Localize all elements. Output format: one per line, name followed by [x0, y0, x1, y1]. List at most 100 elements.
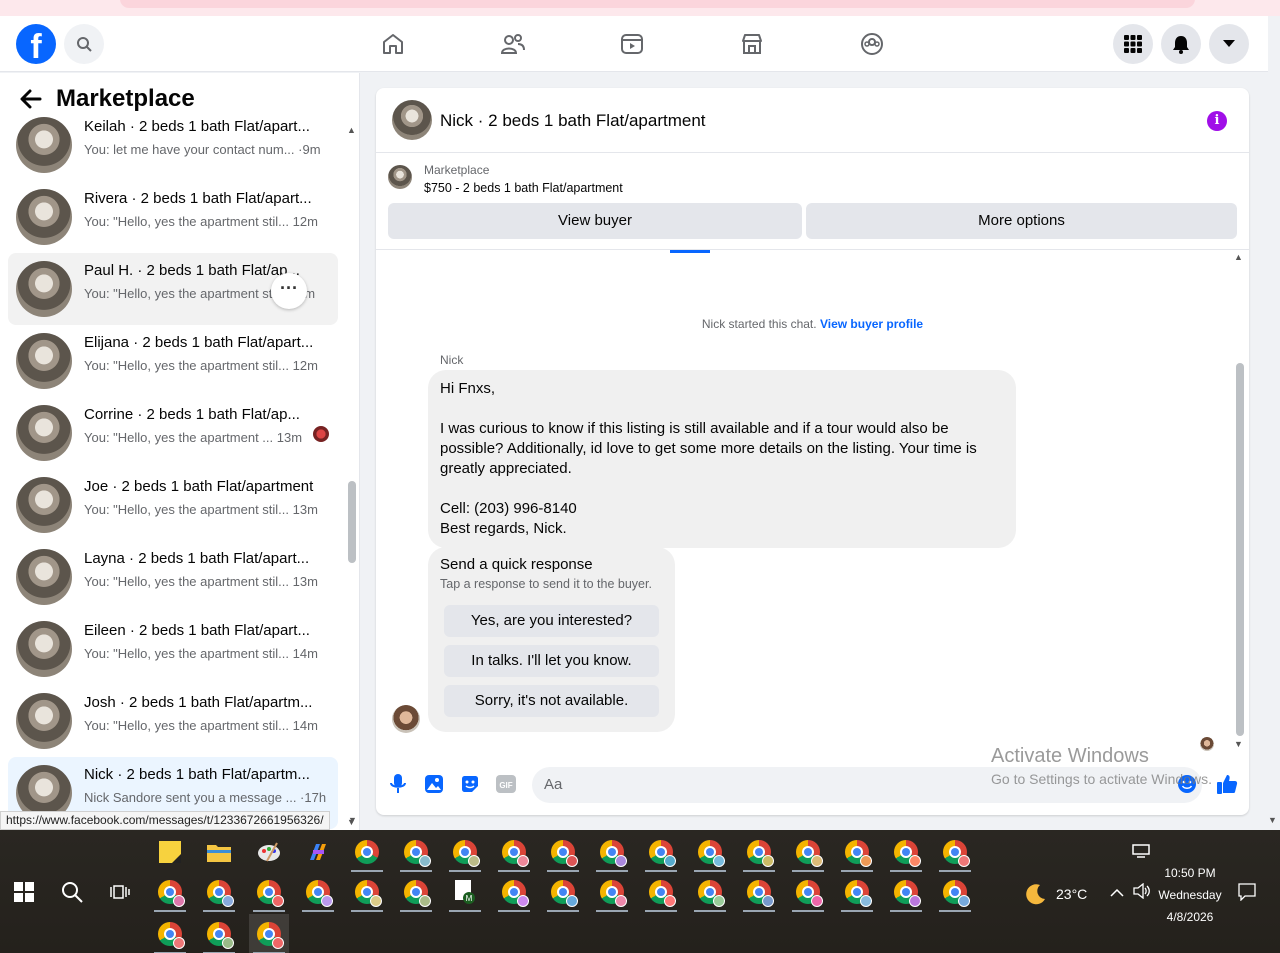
chrome-profile-icon[interactable]	[396, 832, 436, 872]
more-options-button[interactable]: More options	[806, 203, 1237, 239]
chrome-profile-icon[interactable]	[199, 914, 239, 953]
info-icon[interactable]: i	[1207, 111, 1227, 131]
chrome-profile-icon[interactable]	[543, 872, 583, 912]
chrome-profile-icon[interactable]	[298, 872, 338, 912]
chrome-profile-icon[interactable]	[150, 914, 190, 953]
scroll-down-arrow[interactable]: ▼	[348, 815, 357, 825]
chrome-profile-icon[interactable]	[543, 832, 583, 872]
notification-center-icon[interactable]	[1238, 883, 1256, 906]
chrome-profile-icon[interactable]	[641, 872, 681, 912]
conversation-item[interactable]: Elijana · 2 beds 1 bath Flat/apart... Yo…	[8, 325, 338, 397]
task-view-icon[interactable]	[110, 882, 130, 907]
chrome-profile-icon[interactable]	[690, 832, 730, 872]
listing-thumbnail	[16, 117, 72, 173]
address-bar[interactable]	[120, 0, 1195, 8]
conversation-preview: You: "Hello, yes the apartment stil... 1…	[84, 214, 318, 229]
weather-widget[interactable]: 23°C	[1024, 882, 1087, 906]
sidebar-scrollbar[interactable]	[348, 481, 356, 563]
chrome-profile-icon[interactable]	[935, 872, 975, 912]
view-buyer-button[interactable]: View buyer	[388, 203, 802, 239]
chrome-profile-icon[interactable]	[347, 872, 387, 912]
facebook-logo[interactable]: f	[16, 24, 56, 64]
conversation-item[interactable]: Rivera · 2 beds 1 bath Flat/apart... You…	[8, 181, 338, 253]
windows-start-icon[interactable]	[14, 882, 34, 902]
more-options-icon[interactable]: ···	[271, 273, 307, 309]
image-icon[interactable]	[423, 773, 445, 795]
marketplace-icon[interactable]	[732, 24, 772, 64]
chat-scrollbar[interactable]	[1236, 363, 1244, 736]
listing-thumbnail	[16, 405, 72, 461]
file-explorer-icon[interactable]	[199, 832, 239, 872]
chrome-profile-icon[interactable]	[739, 872, 779, 912]
quick-response-button[interactable]: In talks. I'll let you know.	[444, 645, 659, 677]
conversation-item[interactable]: Joe · 2 beds 1 bath Flat/apartment You: …	[8, 469, 338, 541]
chevron-down-icon[interactable]	[1209, 24, 1249, 64]
chrome-profile-icon[interactable]	[837, 832, 877, 872]
copilot-icon[interactable]	[298, 832, 338, 872]
chrome-profile-icon-active[interactable]	[249, 914, 289, 953]
chrome-profile-icon[interactable]	[150, 872, 190, 912]
chrome-profile-icon[interactable]	[199, 872, 239, 912]
system-clock[interactable]: 10:50 PM Wednesday 4/8/2026	[1150, 862, 1230, 928]
chrome-profile-icon[interactable]	[837, 872, 877, 912]
microphone-icon[interactable]	[387, 773, 409, 795]
chrome-profile-icon[interactable]	[494, 872, 534, 912]
chrome-profile-icon[interactable]	[445, 832, 485, 872]
sticky-notes-icon[interactable]	[150, 832, 190, 872]
conversation-item[interactable]: Eileen · 2 beds 1 bath Flat/apart... You…	[8, 613, 338, 685]
chat-avatar[interactable]	[392, 100, 432, 140]
chrome-profile-icon[interactable]	[690, 872, 730, 912]
conversation-item[interactable]: Corrine · 2 beds 1 bath Flat/ap... You: …	[8, 397, 338, 469]
chrome-profile-icon[interactable]	[739, 832, 779, 872]
conversation-item[interactable]: Paul H. · 2 beds 1 bath Flat/ap... You: …	[8, 253, 338, 325]
menu-grid-icon[interactable]	[1113, 24, 1153, 64]
chrome-profile-icon[interactable]	[249, 872, 289, 912]
conversation-name: Rivera · 2 beds 1 bath Flat/apart...	[84, 190, 312, 207]
video-icon[interactable]	[612, 24, 652, 64]
chrome-profile-icon[interactable]	[935, 832, 975, 872]
chat-title[interactable]: Nick · 2 beds 1 bath Flat/apartment	[440, 111, 706, 131]
conversation-preview: Nick Sandore sent you a message ... ·17h	[84, 790, 327, 805]
sticker-icon[interactable]	[459, 773, 481, 795]
scroll-down-arrow[interactable]: ▼	[1268, 815, 1277, 825]
chrome-profile-icon[interactable]	[396, 872, 436, 912]
gif-icon[interactable]: GIF	[495, 773, 517, 795]
scroll-up-arrow[interactable]: ▲	[1234, 252, 1243, 262]
chrome-profile-icon[interactable]	[788, 872, 828, 912]
chrome-profile-icon[interactable]	[788, 832, 828, 872]
chrome-profile-icon[interactable]	[592, 872, 632, 912]
scroll-up-arrow[interactable]: ▲	[347, 125, 356, 135]
chrome-profile-icon[interactable]	[886, 832, 926, 872]
listing-thumbnail	[16, 333, 72, 389]
listing-description[interactable]: $750 - 2 beds 1 bath Flat/apartment	[424, 181, 623, 195]
conversation-item[interactable]: Josh · 2 beds 1 bath Flat/apartm... You:…	[8, 685, 338, 757]
chrome-profile-icon[interactable]	[886, 872, 926, 912]
view-buyer-profile-link[interactable]: View buyer profile	[820, 317, 923, 331]
home-icon[interactable]	[373, 24, 413, 64]
like-icon[interactable]	[1216, 773, 1238, 795]
conversation-sidebar: Marketplace Keilah · 2 beds 1 bath Flat/…	[0, 73, 360, 830]
taskbar-search-icon[interactable]	[60, 880, 84, 909]
speaker-icon[interactable]	[1133, 882, 1151, 904]
chrome-profile-icon[interactable]	[641, 832, 681, 872]
network-tray-icon[interactable]	[1132, 844, 1150, 863]
chrome-profile-icon[interactable]	[592, 832, 632, 872]
bell-icon[interactable]	[1161, 24, 1201, 64]
listing-thumbnail	[16, 549, 72, 605]
conversation-preview: You: "Hello, yes the apartment stil... 1…	[84, 718, 318, 733]
groups-icon[interactable]	[852, 24, 892, 64]
paint-icon[interactable]	[249, 832, 289, 872]
chrome-icon[interactable]	[347, 832, 387, 872]
watermark-line1: Activate Windows	[991, 745, 1149, 767]
sender-avatar[interactable]	[392, 705, 420, 733]
chrome-profile-icon[interactable]	[494, 832, 534, 872]
conversation-item[interactable]: Layna · 2 beds 1 bath Flat/apart... You:…	[8, 541, 338, 613]
quick-response-button[interactable]: Yes, are you interested?	[444, 605, 659, 637]
scroll-down-arrow[interactable]: ▼	[1234, 739, 1243, 749]
document-app-icon[interactable]: M	[445, 872, 485, 912]
search-icon[interactable]	[64, 24, 104, 64]
conversation-item[interactable]: Keilah · 2 beds 1 bath Flat/apart... You…	[8, 109, 338, 181]
quick-response-button[interactable]: Sorry, it's not available.	[444, 685, 659, 717]
friends-icon[interactable]	[493, 24, 533, 64]
chevron-up-icon[interactable]	[1110, 885, 1124, 903]
